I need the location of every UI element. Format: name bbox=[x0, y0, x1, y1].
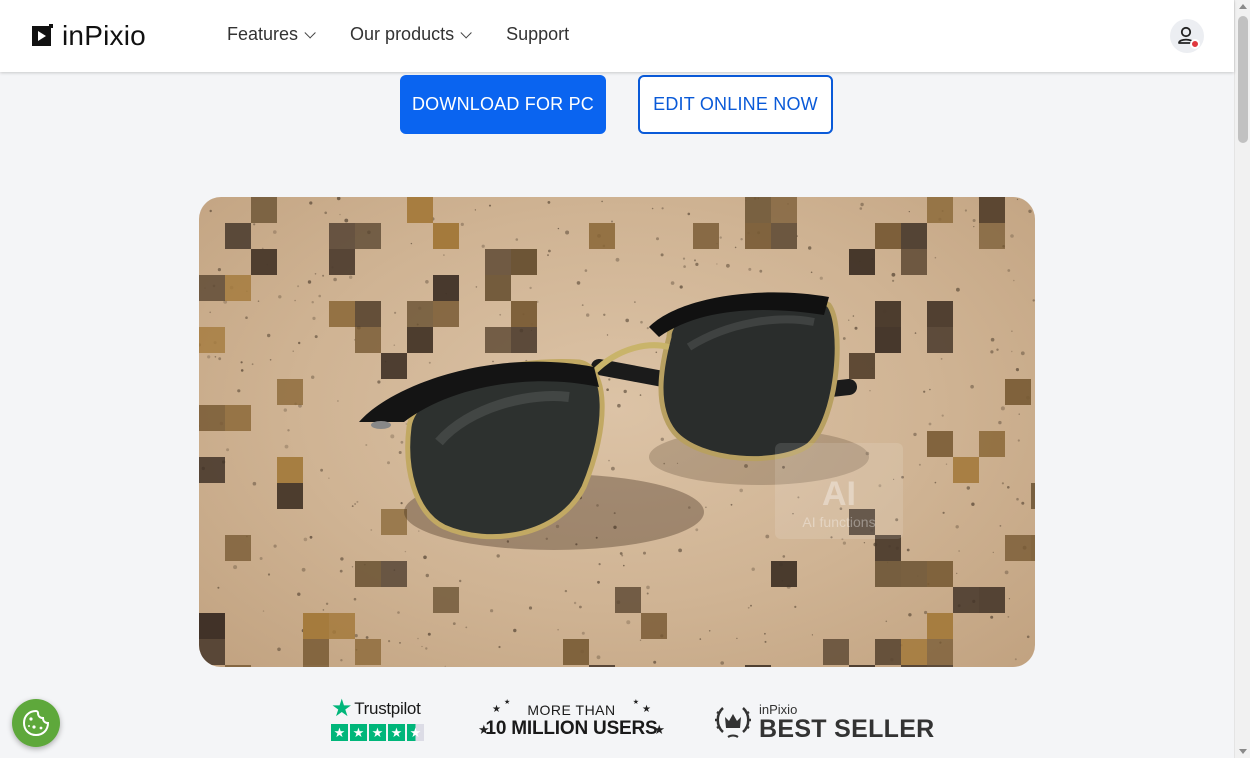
nav-our-products[interactable]: Our products bbox=[350, 24, 472, 45]
nav-features-label: Features bbox=[227, 24, 299, 44]
best-seller-label: BEST SELLER bbox=[759, 714, 935, 743]
best-seller-badge: inPixio BEST SELLER bbox=[713, 702, 935, 742]
brand-name: inPixio bbox=[62, 20, 146, 51]
cookie-icon bbox=[22, 709, 50, 737]
ai-overlay-subtitle: AI functions bbox=[802, 514, 876, 530]
trust-badges: ★ Trustpilot ★ ★ ★ ★ ★ ★ ★ ★ ★ ★ ★ MORE … bbox=[0, 695, 1234, 748]
star-icon: ★ bbox=[492, 704, 501, 715]
star-icon: ★ bbox=[331, 724, 348, 741]
nav-our-products-label: Our products bbox=[350, 24, 455, 44]
star-icon: ★ bbox=[388, 724, 405, 741]
scroll-thumb[interactable] bbox=[1238, 16, 1248, 143]
star-icon: ★ bbox=[331, 695, 353, 722]
users-badge: ★ ★ ★ ★ ★ ★ MORE THAN 10 MILLION USERS bbox=[474, 699, 669, 740]
users-line2: 10 MILLION USERS bbox=[485, 718, 658, 739]
nav-support[interactable]: Support bbox=[506, 24, 569, 45]
star-icon: ★ bbox=[369, 724, 386, 741]
trustpilot-rating: ★ ★ ★ ★ ★ bbox=[331, 724, 424, 741]
star-icon: ★ bbox=[642, 704, 651, 715]
scroll-up-icon[interactable] bbox=[1239, 4, 1247, 9]
nav-features[interactable]: Features bbox=[227, 24, 316, 45]
trustpilot-name: Trustpilot bbox=[354, 699, 421, 718]
star-icon: ★ bbox=[478, 722, 490, 737]
brand-logo[interactable]: inPixio bbox=[30, 20, 146, 52]
ai-overlay-card: AI AI functions bbox=[775, 443, 903, 539]
edit-online-now-button[interactable]: EDIT ONLINE NOW bbox=[638, 75, 833, 134]
site-header: inPixio Features Our products Support bbox=[0, 0, 1234, 72]
download-for-pc-button[interactable]: DOWNLOAD FOR PC bbox=[400, 75, 606, 134]
ai-overlay-title: AI bbox=[822, 475, 856, 513]
sunglasses-image bbox=[359, 292, 869, 550]
star-icon: ★ bbox=[504, 699, 511, 706]
star-icon: ★ bbox=[350, 724, 367, 741]
play-square-icon bbox=[32, 24, 53, 46]
laurel-crown-icon bbox=[715, 707, 751, 738]
star-icon: ★ bbox=[653, 722, 665, 737]
best-seller-brand: inPixio bbox=[759, 701, 798, 717]
star-icon: ★ bbox=[632, 699, 639, 706]
notification-dot bbox=[1190, 39, 1200, 49]
cookie-settings-button[interactable] bbox=[12, 699, 60, 747]
chevron-down-icon bbox=[304, 26, 316, 39]
chevron-down-icon bbox=[460, 26, 472, 39]
user-icon bbox=[1178, 26, 1194, 44]
hero-image: AI AI functions bbox=[199, 197, 1035, 667]
page-scrollbar[interactable] bbox=[1234, 0, 1250, 758]
star-half-icon: ★ bbox=[407, 724, 424, 741]
account-button[interactable] bbox=[1170, 19, 1204, 53]
trustpilot-badge[interactable]: ★ Trustpilot ★ ★ ★ ★ ★ bbox=[331, 695, 424, 741]
main-nav: Features Our products Support bbox=[227, 24, 569, 45]
scroll-down-icon[interactable] bbox=[1239, 749, 1247, 754]
nav-support-label: Support bbox=[506, 24, 570, 44]
